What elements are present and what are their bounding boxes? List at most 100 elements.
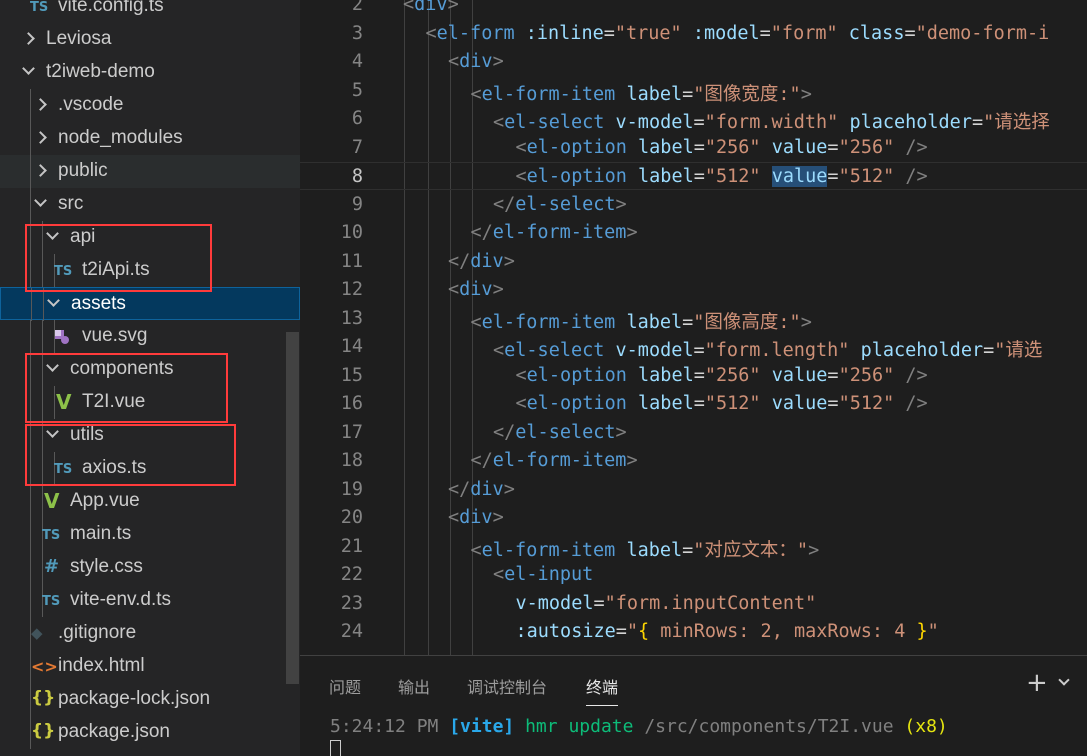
terminal-cursor[interactable] — [330, 740, 341, 756]
code-line[interactable]: 20 <div> — [300, 504, 1087, 532]
chevron-right-icon[interactable] — [34, 131, 47, 144]
tree-item-label: utils — [70, 424, 104, 445]
folder-item[interactable]: t2iweb-demo — [0, 56, 300, 89]
indent-guide — [54, 386, 55, 419]
folder-item[interactable]: public — [0, 155, 300, 188]
file-item[interactable]: {} package.json — [0, 716, 300, 749]
code-token: = — [759, 22, 771, 44]
line-number: 21 — [340, 535, 363, 557]
file-item[interactable]: TS axios.ts — [0, 452, 300, 485]
code-token: > — [492, 51, 504, 72]
chevron-down-icon[interactable] — [34, 194, 47, 207]
code-text: <div> — [448, 507, 504, 528]
code-token: = — [693, 112, 705, 133]
folder-item[interactable]: components — [0, 353, 300, 386]
code-line[interactable]: 5 <el-form-item label="图像宽度:"> — [300, 77, 1087, 105]
code-token: /> — [905, 136, 928, 158]
code-text: v-model="form.inputContent" — [516, 593, 817, 614]
tab-problems[interactable]: 问题 — [329, 674, 361, 698]
code-line[interactable]: 8 <el-option label="512" value="512" /> — [300, 162, 1087, 190]
tree-item-label: vue.svg — [82, 325, 148, 346]
file-item[interactable]: V App.vue — [0, 485, 300, 518]
code-line[interactable]: 16 <el-option label="512" value="512" /> — [300, 390, 1087, 418]
tab-terminal[interactable]: 终端 — [586, 674, 619, 706]
file-item[interactable]: vue.svg — [0, 320, 300, 353]
chevron-down-icon[interactable] — [22, 62, 35, 75]
folder-item[interactable]: utils — [0, 419, 300, 452]
code-line[interactable]: 24:autosize="{ minRows: 2, maxRows: 4 }" — [300, 618, 1087, 646]
file-item[interactable]: TS vite-env.d.ts — [0, 584, 300, 617]
code-token: " — [626, 621, 639, 642]
code-line[interactable]: 10 </el-form-item> — [300, 219, 1087, 247]
code-line[interactable]: 17 </el-select> — [300, 419, 1087, 447]
file-item[interactable]: # style.css — [0, 551, 300, 584]
indent-guide — [30, 155, 31, 188]
code-editor[interactable]: 2 <div> 3 <el-form :inline="true" :model="f… — [300, 0, 1087, 655]
file-item[interactable]: {} package-lock.json — [0, 683, 300, 716]
folder-item[interactable]: node_modules — [0, 122, 300, 155]
code-text: <div> — [403, 0, 459, 15]
code-line[interactable]: 4 <div> — [300, 48, 1087, 76]
line-number: 7 — [351, 136, 363, 158]
chevron-down-icon[interactable] — [1058, 674, 1070, 686]
line-number: 3 — [351, 22, 363, 44]
chevron-down-icon[interactable] — [46, 425, 59, 438]
chevron-down-icon[interactable] — [46, 227, 59, 240]
file-item[interactable]: <> index.html — [0, 650, 300, 683]
code-line[interactable]: 14 <el-select v-model="form.length" place… — [300, 333, 1087, 361]
chevron-right-icon[interactable] — [22, 32, 35, 45]
code-line[interactable]: 13 <el-form-item label="图像高度:"> — [300, 305, 1087, 333]
folder-item[interactable]: Leviosa — [0, 23, 300, 56]
chevron-down-icon[interactable] — [47, 294, 60, 307]
code-line[interactable]: 22 <el-input — [300, 561, 1087, 589]
chevron-right-icon[interactable] — [34, 164, 47, 177]
folder-item[interactable]: src — [0, 188, 300, 221]
indent-guide — [30, 221, 31, 254]
plus-icon[interactable]: + — [1026, 670, 1048, 696]
file-item[interactable]: V T2I.vue — [0, 386, 300, 419]
line-number: 13 — [340, 307, 363, 329]
chevron-right-icon[interactable] — [34, 98, 47, 111]
code-token: = — [827, 136, 839, 158]
folder-item[interactable]: .vscode — [0, 89, 300, 122]
code-line[interactable]: 2 <div> — [300, 0, 1087, 19]
code-line[interactable]: 12 <div> — [300, 276, 1087, 304]
line-number: 6 — [351, 108, 363, 129]
code-token: < — [403, 0, 415, 15]
tab-output[interactable]: 输出 — [398, 674, 430, 698]
tab-debug-console[interactable]: 调试控制台 — [467, 674, 547, 698]
file-item[interactable]: TS vite.config.ts — [0, 0, 300, 23]
folder-item[interactable]: assets — [0, 287, 300, 321]
code-token: class — [848, 22, 905, 44]
indent-guide — [30, 584, 31, 617]
code-token: < — [515, 393, 527, 414]
indent-guide — [42, 452, 43, 485]
code-line[interactable]: 6 <el-select v-model="form.width" placeho… — [300, 105, 1087, 133]
code-line[interactable]: 23 v-model="form.inputContent" — [300, 590, 1087, 618]
explorer-scrollbar[interactable] — [286, 332, 299, 684]
code-token: value — [771, 364, 828, 386]
code-line[interactable]: 15 <el-option label="256" value="256" /> — [300, 362, 1087, 390]
code-line[interactable]: 19 </div> — [300, 476, 1087, 504]
code-line[interactable]: 7 <el-option label="256" value="256" /> — [300, 134, 1087, 162]
terminal-count: (x8) — [904, 716, 948, 737]
chevron-down-icon[interactable] — [46, 359, 59, 372]
code-token: < — [448, 279, 460, 300]
code-line[interactable]: 21 <el-form-item label="对应文本："> — [300, 533, 1087, 561]
code-line[interactable]: 18 </el-form-item> — [300, 447, 1087, 475]
file-item[interactable]: ◆ .gitignore — [0, 617, 300, 650]
folder-item[interactable]: api — [0, 221, 300, 254]
code-token: v-model — [615, 112, 694, 133]
code-token: = — [693, 136, 705, 158]
code-token: = — [983, 340, 995, 361]
file-item[interactable]: TS t2iApi.ts — [0, 254, 300, 287]
code-text: <el-option label="512" value="512" /> — [516, 166, 928, 187]
code-line[interactable]: 3 <el-form :inline="true" :model="form" c… — [300, 20, 1087, 48]
code-line[interactable]: 11 </div> — [300, 248, 1087, 276]
code-line[interactable]: 9 </el-select> — [300, 191, 1087, 219]
file-item[interactable]: TS main.ts — [0, 518, 300, 551]
code-token: /> — [905, 393, 928, 414]
